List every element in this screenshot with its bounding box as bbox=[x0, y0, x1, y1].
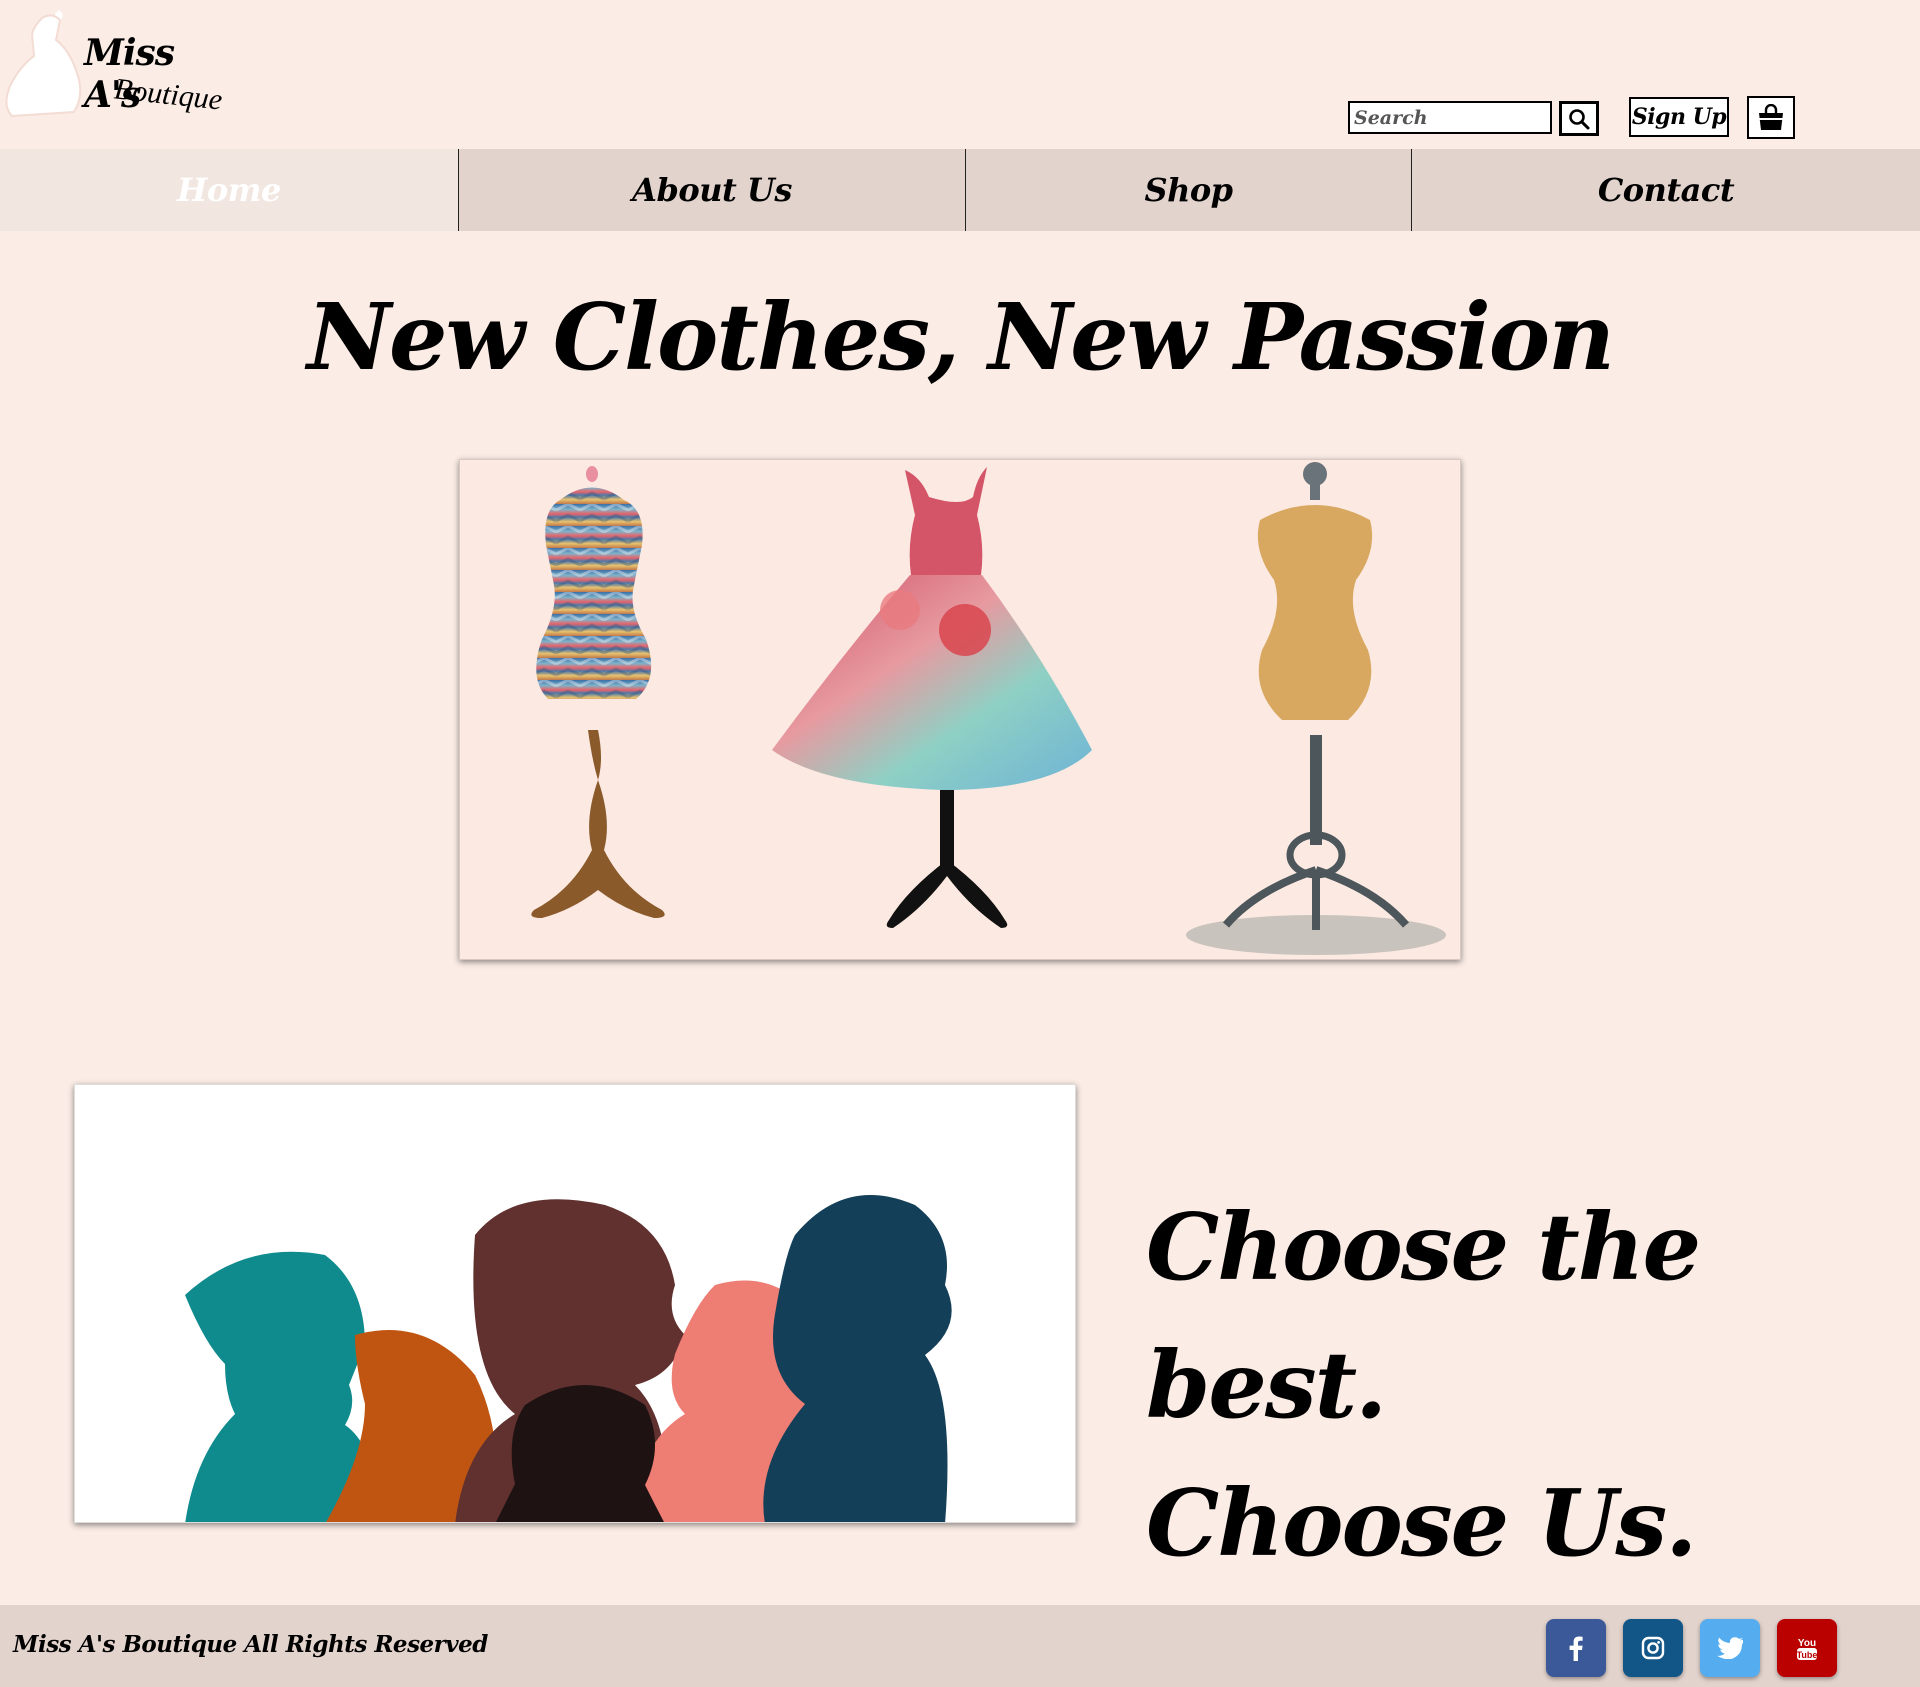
sign-up-button[interactable]: Sign Up bbox=[1629, 97, 1729, 137]
search-box bbox=[1348, 101, 1552, 134]
instagram-icon bbox=[1641, 1636, 1665, 1660]
search-button[interactable] bbox=[1559, 101, 1599, 136]
main-nav: Home About Us Shop Contact bbox=[0, 149, 1920, 231]
tagline-line-1: Choose the best. bbox=[1146, 1193, 1701, 1439]
cart-button[interactable] bbox=[1747, 96, 1795, 139]
tagline-line-2: Choose Us. bbox=[1146, 1469, 1697, 1577]
copyright-text: Miss A's Boutique All Rights Reserved bbox=[13, 1631, 488, 1658]
twitter-button[interactable] bbox=[1700, 1619, 1760, 1677]
twitter-icon bbox=[1717, 1637, 1743, 1659]
silhouettes-illustration bbox=[185, 1195, 952, 1522]
nav-item-contact[interactable]: Contact bbox=[1411, 149, 1920, 231]
svg-text:You: You bbox=[1798, 1638, 1816, 1649]
youtube-button[interactable]: You Tube bbox=[1777, 1619, 1837, 1677]
footer: Miss A's Boutique All Rights Reserved Yo… bbox=[0, 1605, 1920, 1687]
nav-item-home[interactable]: Home bbox=[0, 149, 458, 231]
search-icon bbox=[1569, 108, 1590, 129]
dress-logo-icon bbox=[5, 10, 82, 118]
facebook-button[interactable] bbox=[1546, 1619, 1606, 1677]
hero-title: New Clothes, New Passion bbox=[306, 283, 1615, 391]
svg-text:Tube: Tube bbox=[1797, 1650, 1818, 1660]
mannequins-illustration bbox=[531, 462, 1446, 955]
diverse-women-silhouettes-image bbox=[74, 1084, 1076, 1523]
mannequins-banner-image bbox=[459, 459, 1461, 960]
search-input[interactable] bbox=[1350, 103, 1550, 132]
nav-item-about-us[interactable]: About Us bbox=[458, 149, 965, 231]
youtube-icon: You Tube bbox=[1797, 1638, 1818, 1660]
instagram-button[interactable] bbox=[1623, 1619, 1683, 1677]
shopping-bag-icon bbox=[1759, 103, 1783, 130]
facebook-icon bbox=[1569, 1636, 1583, 1661]
logo[interactable]: Miss A's Boutique bbox=[4, 4, 234, 124]
nav-item-shop[interactable]: Shop bbox=[965, 149, 1411, 231]
tagline: Choose the best. Choose Us. bbox=[1146, 1178, 1920, 1592]
